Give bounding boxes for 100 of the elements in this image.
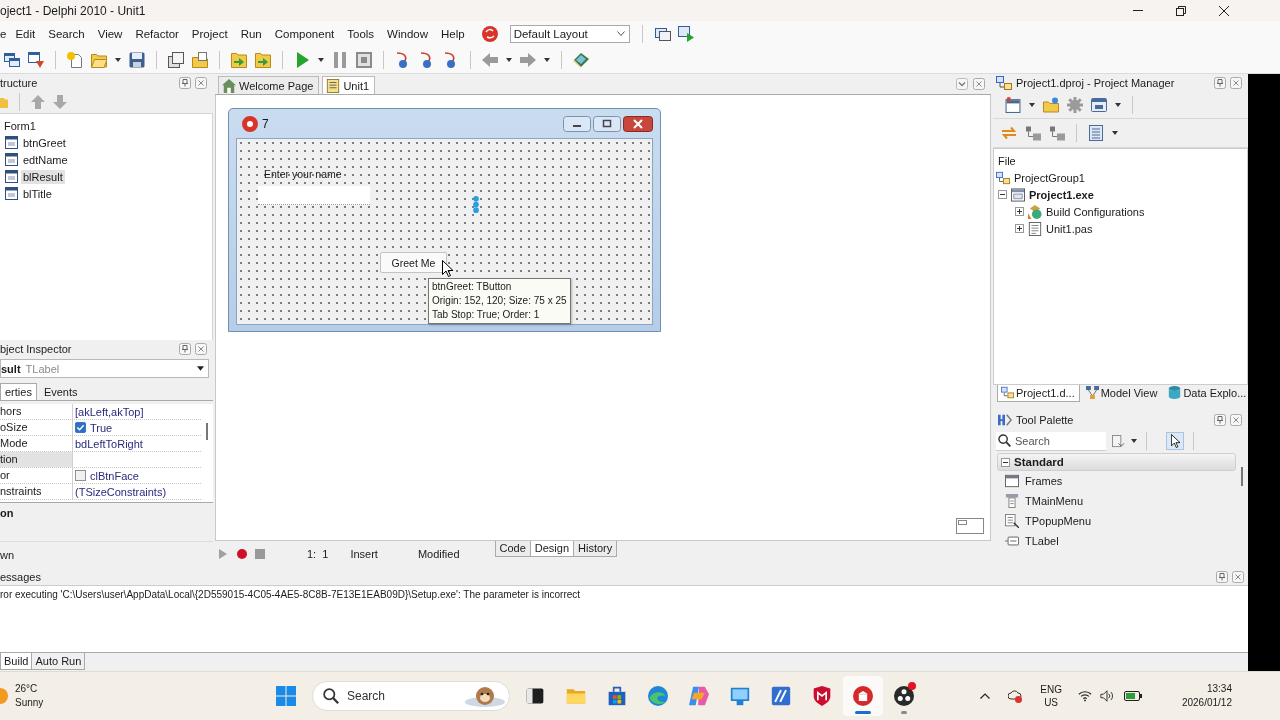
close-icon[interactable]: [1219, 5, 1229, 16]
chevron-icon[interactable]: [956, 78, 968, 90]
tree-node-icon[interactable]: [1049, 125, 1065, 141]
inspector-tab[interactable]: erties: [0, 383, 37, 400]
wifi-icon[interactable]: [1077, 689, 1092, 703]
menu-item[interactable]: Help: [441, 27, 465, 40]
palette-item[interactable]: TLabel: [1025, 535, 1059, 547]
weather-text[interactable]: Sunny: [15, 696, 44, 710]
property-name[interactable]: Mode: [0, 436, 73, 451]
temperature-text[interactable]: 26°C: [15, 682, 44, 696]
caret-icon[interactable]: [1029, 103, 1035, 107]
menu-item[interactable]: Refactor: [135, 27, 179, 40]
folder-dot-icon[interactable]: [1043, 97, 1059, 113]
gear-icon[interactable]: [1067, 97, 1083, 113]
menu-item[interactable]: Edit: [15, 27, 36, 40]
volume-icon[interactable]: [1099, 689, 1114, 703]
panel-close-icon[interactable]: [1230, 77, 1242, 89]
menu-item[interactable]: Search: [48, 27, 85, 40]
window-outline-icon[interactable]: [956, 518, 984, 534]
caret-icon[interactable]: [1115, 103, 1121, 107]
tree-item[interactable]: Form1: [2, 118, 38, 133]
editor-tab[interactable]: Unit1: [322, 76, 376, 94]
pin-icon[interactable]: [1214, 414, 1226, 426]
menu-item[interactable]: Tools: [347, 27, 375, 40]
tree-item[interactable]: Unit1.pas: [1046, 222, 1093, 235]
panel-tab[interactable]: Model View: [1081, 385, 1163, 402]
tree-item[interactable]: edtName: [21, 152, 70, 167]
caret-icon[interactable]: [544, 57, 550, 62]
property-value[interactable]: bdLeftToRight: [75, 437, 143, 450]
messages-tab[interactable]: Build: [0, 653, 33, 670]
clock[interactable]: 13:34 2026/01/12: [1181, 682, 1232, 710]
property-value[interactable]: [akLeft,akTop]: [75, 405, 144, 418]
category-header[interactable]: Standard: [997, 453, 1236, 471]
editor-tab[interactable]: Welcome Page: [218, 76, 320, 94]
menu-item[interactable]: Component: [274, 27, 335, 40]
language-indicator[interactable]: ENG US: [1040, 683, 1062, 709]
pin-icon[interactable]: [179, 76, 191, 89]
play-icon[interactable]: [294, 51, 310, 68]
property-name[interactable]: or: [0, 468, 73, 483]
collapse-icon[interactable]: [1001, 457, 1010, 467]
menu-item[interactable]: Run: [240, 27, 262, 40]
palette-item[interactable]: TPopupMenu: [1025, 515, 1092, 527]
open-folder-icon[interactable]: [91, 51, 107, 68]
menu-item[interactable]: View: [97, 27, 123, 40]
taskbar-search-field[interactable]: Search: [312, 681, 510, 711]
object-selector[interactable]: sult TLabel: [0, 359, 209, 378]
record-icon[interactable]: [237, 549, 247, 559]
page-icon[interactable]: [1112, 434, 1125, 448]
property-value[interactable]: True: [90, 421, 113, 434]
property-name[interactable]: hors: [0, 404, 73, 419]
panel-close-icon[interactable]: [1232, 570, 1244, 583]
pin-icon[interactable]: [1216, 570, 1228, 583]
window-arrow-icon[interactable]: [28, 51, 44, 68]
scrollbar-thumb[interactable]: [206, 423, 208, 440]
stacked-pages-icon[interactable]: [168, 51, 184, 68]
checkbox[interactable]: [75, 422, 86, 433]
cloud-alert-icon[interactable]: [1008, 689, 1023, 703]
tree-node-icon[interactable]: [1025, 125, 1041, 141]
minimize-icon[interactable]: [563, 115, 591, 132]
menu-item[interactable]: e: [0, 27, 7, 40]
panel-close-icon[interactable]: [195, 76, 207, 89]
back-arrow-icon[interactable]: [482, 51, 498, 68]
tree-item[interactable]: blResult: [21, 169, 65, 184]
panel-close-icon[interactable]: [973, 78, 985, 90]
collapse-icon[interactable]: [998, 190, 1007, 199]
close-icon[interactable]: [623, 115, 653, 132]
property-name[interactable]: tion: [0, 452, 73, 467]
caret-icon[interactable]: [506, 57, 512, 62]
tree-item[interactable]: btnGreet: [21, 135, 68, 150]
view-tab[interactable]: History: [573, 541, 618, 557]
folder-arrow-icon[interactable]: [255, 51, 271, 68]
maximize-icon[interactable]: [593, 115, 621, 132]
palette-item[interactable]: TMainMenu: [1025, 495, 1084, 507]
form-window[interactable]: 7 Enter your name Greet Me btnGreet: TButton Origin: 152, 120; Size: 75 x 25 Tab Stop: True; Order: 1: [228, 108, 661, 332]
list-icon[interactable]: [1088, 125, 1104, 141]
tree-item[interactable]: Build Configurations: [1046, 205, 1145, 218]
pin-icon[interactable]: [1214, 77, 1226, 89]
expand-icon[interactable]: [1015, 207, 1024, 216]
property-value[interactable]: (TSizeConstraints): [75, 485, 167, 498]
stacked-windows-icon[interactable]: [4, 51, 20, 68]
chevron-up-icon[interactable]: [980, 693, 991, 699]
panel-close-icon[interactable]: [195, 342, 207, 355]
tree-item[interactable]: Project1.exe: [1029, 188, 1094, 201]
inspector-tab[interactable]: Events: [38, 383, 83, 400]
panel-tab[interactable]: Project1.d...: [997, 385, 1080, 402]
caret-icon[interactable]: [1131, 439, 1137, 443]
stop-square-icon[interactable]: [356, 51, 372, 68]
view-tab[interactable]: Code: [494, 541, 531, 557]
menu-item[interactable]: Window: [387, 27, 428, 40]
search-field[interactable]: Search: [996, 431, 1106, 451]
panel-tab[interactable]: Data Explo...: [1164, 385, 1252, 402]
overlapping-windows-icon[interactable]: [654, 25, 671, 42]
caret-icon[interactable]: [1112, 131, 1118, 135]
pin-icon[interactable]: [179, 342, 191, 355]
folder-page-icon[interactable]: [192, 51, 208, 68]
property-name[interactable]: nstraints: [0, 484, 73, 499]
greet-button[interactable]: Greet Me: [380, 252, 447, 273]
panel-close-icon[interactable]: [1230, 414, 1242, 426]
layout-dropdown[interactable]: Default Layout: [509, 24, 630, 43]
scrollbar-thumb[interactable]: [1241, 467, 1243, 486]
